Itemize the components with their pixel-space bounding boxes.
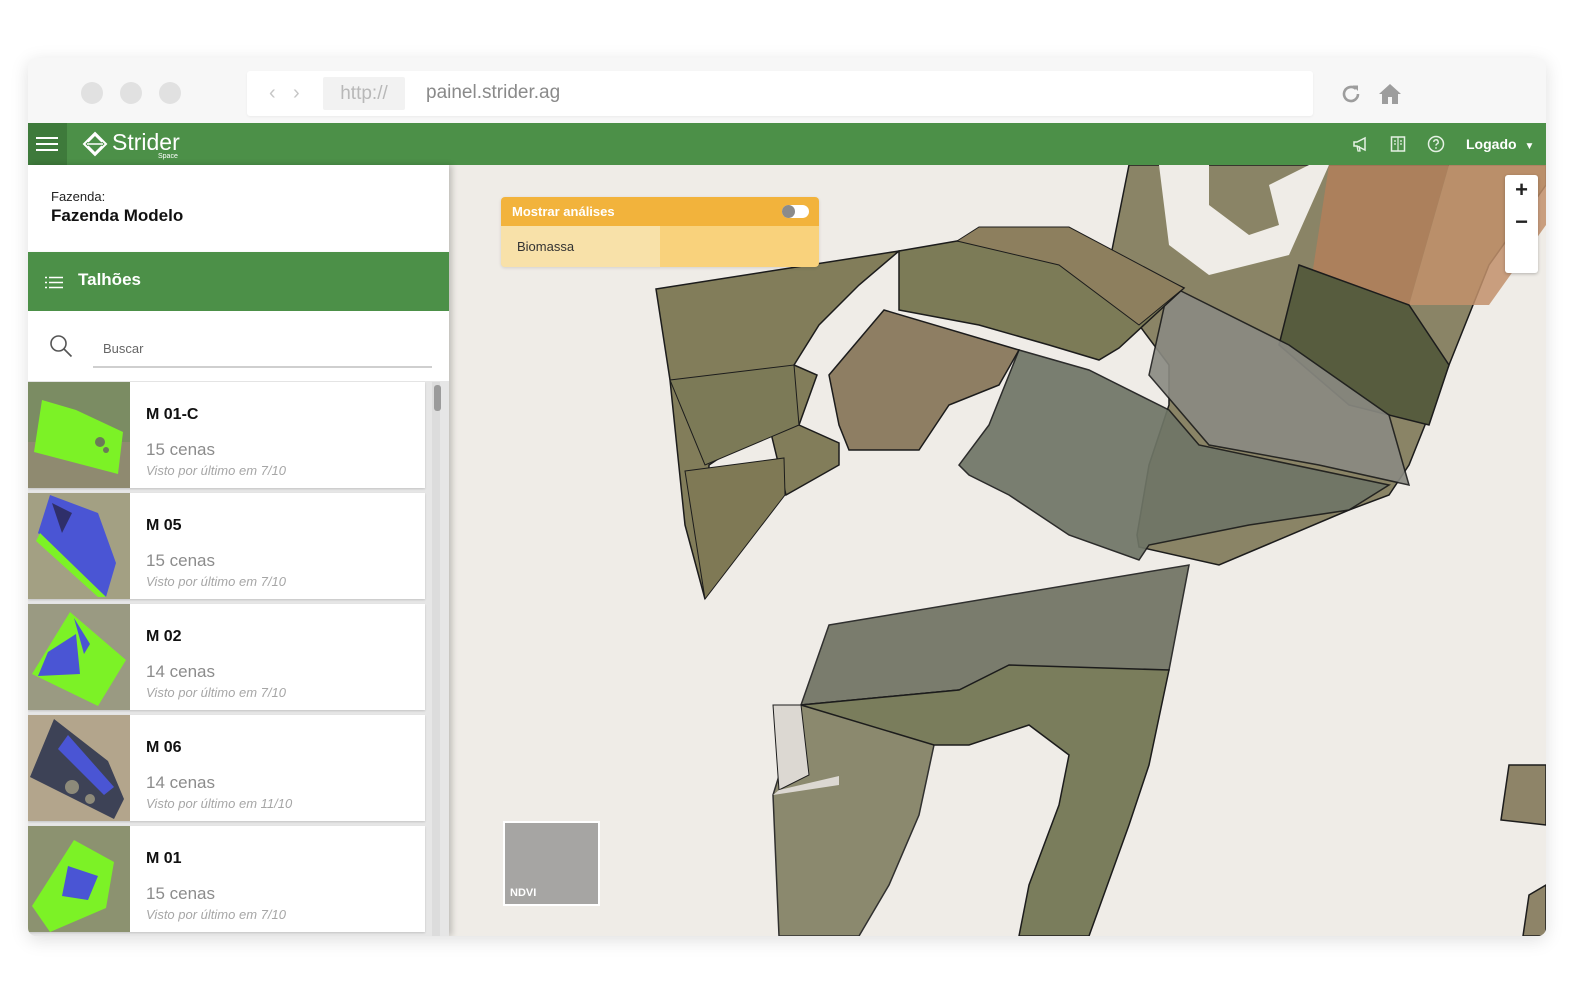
- list-scrollbar-thumb[interactable]: [434, 385, 441, 411]
- zoom-in-button[interactable]: +: [1505, 175, 1538, 207]
- zoom-controls: + −: [1505, 175, 1538, 273]
- map-canvas[interactable]: Mostrar análises Biomassa + − NDVI: [449, 165, 1546, 936]
- window-maximize-button[interactable]: [159, 82, 181, 104]
- window-close-button[interactable]: [81, 82, 103, 104]
- plot-thumbnail: [28, 382, 130, 488]
- plot-list-item[interactable]: M 02 14 cenas Visto por último em 7/10: [28, 604, 425, 710]
- plot-thumbnail: [28, 604, 130, 710]
- plot-last-seen: Visto por último em 7/10: [146, 685, 286, 700]
- plot-thumbnail: [28, 826, 130, 932]
- analysis-options: Biomassa: [501, 226, 819, 267]
- analysis-header: Mostrar análises: [501, 197, 819, 226]
- sidebar: Fazenda: Fazenda Modelo Talhões Buscar M…: [28, 165, 449, 936]
- analysis-option-biomassa[interactable]: Biomassa: [501, 226, 660, 267]
- plot-thumbnail: [28, 715, 130, 821]
- analysis-title: Mostrar análises: [512, 204, 615, 219]
- chevron-right-icon[interactable]: ›: [293, 82, 300, 105]
- user-menu[interactable]: Logado ▼: [1466, 136, 1534, 152]
- reload-icon[interactable]: [1339, 82, 1363, 106]
- plot-last-seen: Visto por último em 7/10: [146, 463, 286, 478]
- toggle-knob: [782, 205, 795, 218]
- plot-last-seen: Visto por último em 11/10: [146, 796, 293, 811]
- browser-chrome: ‹ › http:// painel.strider.ag: [28, 58, 1546, 123]
- plot-scenes: 15 cenas: [146, 884, 215, 903]
- legend-label: NDVI: [510, 887, 537, 899]
- caret-down-icon: ▼: [1524, 141, 1535, 152]
- hamburger-icon: [36, 137, 58, 139]
- plot-last-seen: Visto por último em 7/10: [146, 907, 286, 922]
- plot-name: M 01-C: [146, 406, 199, 423]
- home-icon[interactable]: [1378, 82, 1402, 106]
- zoom-out-button[interactable]: −: [1505, 207, 1538, 239]
- menu-button[interactable]: [28, 123, 67, 165]
- plot-list-item[interactable]: M 06 14 cenas Visto por último em 11/10: [28, 715, 425, 821]
- plot-scenes: 15 cenas: [146, 440, 215, 459]
- plot-name: M 05: [146, 517, 182, 534]
- plot-name: M 02: [146, 628, 182, 645]
- search-input[interactable]: [93, 330, 432, 368]
- field-parcel[interactable]: [1522, 884, 1546, 936]
- analysis-toggle[interactable]: [782, 205, 809, 218]
- help-icon[interactable]: [1427, 135, 1445, 153]
- plot-scenes: 14 cenas: [146, 773, 215, 792]
- farm-name: Fazenda Modelo: [51, 206, 184, 225]
- list-icon: [45, 276, 63, 289]
- book-icon[interactable]: [1390, 135, 1406, 153]
- analysis-panel: Mostrar análises Biomassa: [501, 197, 819, 267]
- plot-thumbnail: [28, 493, 130, 599]
- plot-list-item[interactable]: M 01 15 cenas Visto por último em 7/10: [28, 826, 425, 932]
- field-parcel[interactable]: [1500, 764, 1546, 826]
- plot-list: M 01-C 15 cenas Visto por último em 7/10…: [28, 382, 425, 936]
- search-bar: [28, 311, 449, 381]
- farm-label: Fazenda:: [51, 189, 106, 204]
- plot-list-item[interactable]: M 05 15 cenas Visto por último em 7/10: [28, 493, 425, 599]
- app-header: Strider Space Logado ▼: [28, 123, 1546, 165]
- plot-name: M 06: [146, 739, 182, 756]
- plots-title: Talhões: [78, 270, 141, 289]
- window-minimize-button[interactable]: [120, 82, 142, 104]
- megaphone-icon[interactable]: [1352, 135, 1370, 153]
- user-label: Logado: [1466, 136, 1517, 152]
- ndvi-legend[interactable]: NDVI: [503, 821, 600, 906]
- farm-selector[interactable]: Fazenda: Fazenda Modelo: [28, 165, 449, 252]
- strider-logo-icon: [82, 131, 108, 157]
- list-scrollbar[interactable]: [432, 382, 440, 936]
- browser-window: ‹ › http:// painel.strider.ag Strider Sp…: [28, 58, 1546, 936]
- url-text[interactable]: painel.strider.ag: [426, 82, 560, 104]
- analysis-option-label: Biomassa: [517, 239, 575, 254]
- plot-list-item[interactable]: M 01-C 15 cenas Visto por último em 7/10: [28, 382, 425, 488]
- field-polygons: [655, 165, 1546, 936]
- plot-scenes: 14 cenas: [146, 662, 215, 681]
- address-bar[interactable]: ‹ › http:// painel.strider.ag: [247, 71, 1313, 116]
- brand-name: Strider: [112, 129, 180, 155]
- url-protocol: http://: [323, 77, 405, 110]
- plots-header[interactable]: Talhões: [28, 252, 449, 311]
- search-icon[interactable]: [49, 334, 73, 358]
- plot-last-seen: Visto por último em 7/10: [146, 574, 286, 589]
- brand-subtitle: Space: [158, 153, 178, 160]
- plot-scenes: 15 cenas: [146, 551, 215, 570]
- plot-name: M 01: [146, 850, 182, 867]
- chevron-left-icon[interactable]: ‹: [269, 82, 276, 105]
